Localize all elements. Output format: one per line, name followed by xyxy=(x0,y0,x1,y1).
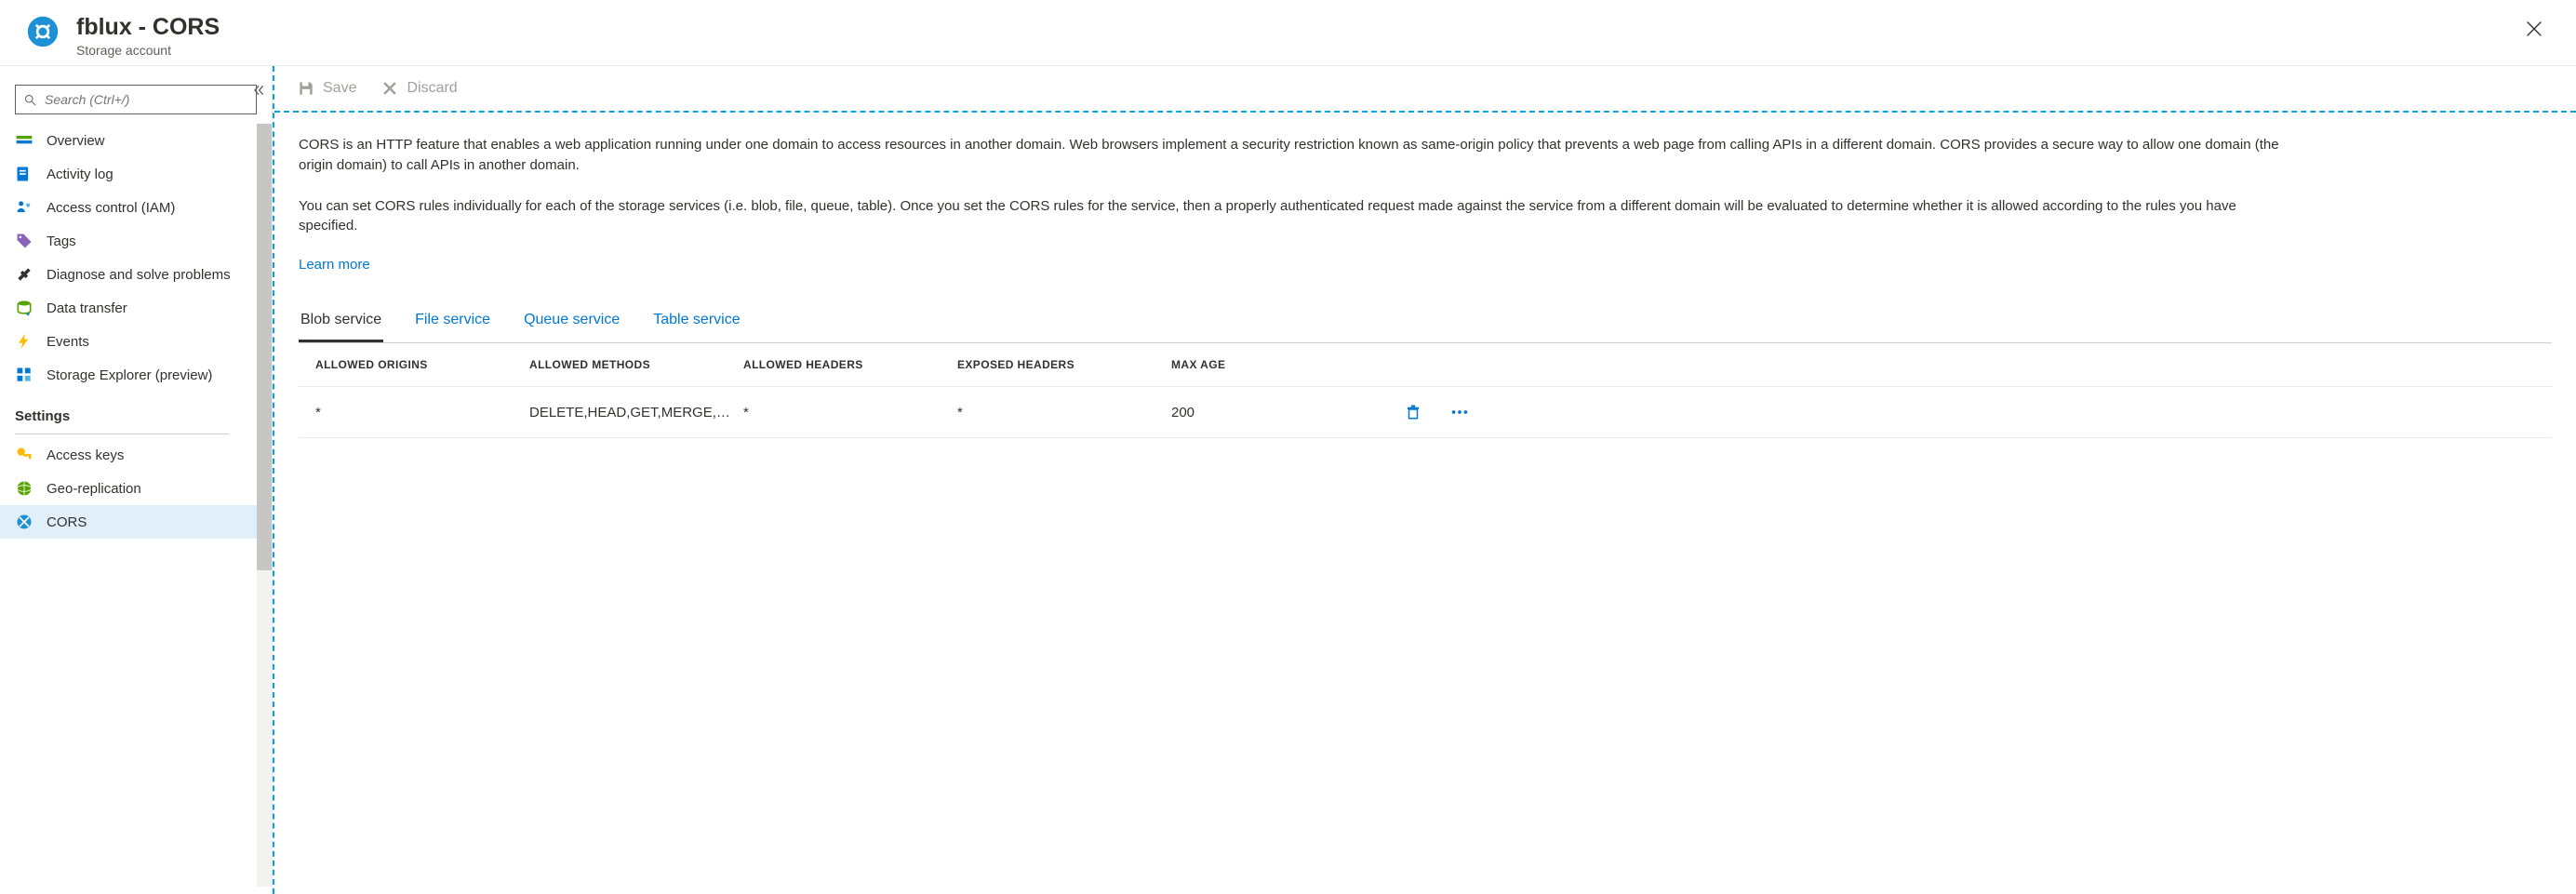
cell-max-age: 200 xyxy=(1171,405,1385,420)
tab-blob-service[interactable]: Blob service xyxy=(299,304,383,342)
search-input-wrapper[interactable] xyxy=(15,85,257,114)
diagnose-icon xyxy=(15,265,33,284)
storage-account-icon xyxy=(26,15,60,48)
close-icon xyxy=(2524,19,2544,39)
learn-more-link[interactable]: Learn more xyxy=(299,257,370,273)
sidebar-item-label: Storage Explorer (preview) xyxy=(47,367,212,383)
events-icon xyxy=(15,332,33,351)
storage-explorer-icon xyxy=(15,366,33,384)
sidebar-section-settings: Settings xyxy=(0,392,272,430)
sidebar-item-diagnose[interactable]: Diagnose and solve problems xyxy=(0,258,257,291)
discard-button[interactable]: Discard xyxy=(380,79,457,98)
sidebar-item-label: Access keys xyxy=(47,447,124,463)
sidebar: Overview Activity log Access control (IA… xyxy=(0,66,273,894)
sidebar-settings-nav: Access keys Geo-replication CORS xyxy=(0,438,272,539)
iam-icon xyxy=(15,198,33,217)
page-title: fblux - CORS xyxy=(76,13,220,41)
cors-table: ALLOWED ORIGINS ALLOWED METHODS ALLOWED … xyxy=(299,343,2552,438)
sidebar-item-geo-replication[interactable]: Geo-replication xyxy=(0,472,257,505)
sidebar-item-events[interactable]: Events xyxy=(0,325,257,358)
sidebar-item-label: CORS xyxy=(47,514,87,530)
save-icon xyxy=(297,79,315,98)
tab-file-service[interactable]: File service xyxy=(413,304,492,342)
sidebar-nav: Overview Activity log Access control (IA… xyxy=(0,124,272,392)
page-header: fblux - CORS Storage account xyxy=(0,0,2576,66)
sidebar-item-label: Data transfer xyxy=(47,300,127,316)
geo-replication-icon xyxy=(15,479,33,498)
delete-row-button[interactable] xyxy=(1385,404,1441,420)
sidebar-item-label: Overview xyxy=(47,133,105,149)
description-paragraph-2: You can set CORS rules individually for … xyxy=(299,196,2289,237)
sidebar-item-label: Diagnose and solve problems xyxy=(47,267,231,283)
col-allowed-headers: ALLOWED HEADERS xyxy=(743,358,957,371)
sidebar-item-overview[interactable]: Overview xyxy=(0,124,257,157)
sidebar-scrollbar-thumb[interactable] xyxy=(257,124,272,570)
cell-allowed-origins: * xyxy=(315,405,529,420)
service-tabs: Blob service File service Queue service … xyxy=(299,304,2552,343)
more-horizontal-icon xyxy=(1449,402,1470,422)
main-content: Save Discard CORS is an HTTP feature tha… xyxy=(273,66,2576,894)
save-button-label: Save xyxy=(323,80,356,97)
table-header-row: ALLOWED ORIGINS ALLOWED METHODS ALLOWED … xyxy=(299,343,2552,387)
sidebar-item-activity-log[interactable]: Activity log xyxy=(0,157,257,191)
sidebar-item-label: Activity log xyxy=(47,167,113,182)
page-subtitle: Storage account xyxy=(76,43,220,58)
sidebar-item-iam[interactable]: Access control (IAM) xyxy=(0,191,257,224)
cell-allowed-methods: DELETE,HEAD,GET,MERGE,PO… xyxy=(529,405,743,420)
tab-table-service[interactable]: Table service xyxy=(651,304,741,342)
sidebar-item-data-transfer[interactable]: Data transfer xyxy=(0,291,257,325)
sidebar-item-label: Geo-replication xyxy=(47,481,141,497)
tab-queue-service[interactable]: Queue service xyxy=(522,304,621,342)
description-paragraph-1: CORS is an HTTP feature that enables a w… xyxy=(299,135,2289,176)
collapse-sidebar-button[interactable] xyxy=(251,83,266,100)
sidebar-item-storage-explorer[interactable]: Storage Explorer (preview) xyxy=(0,358,257,392)
col-max-age: MAX AGE xyxy=(1171,358,1385,371)
col-allowed-methods: ALLOWED METHODS xyxy=(529,358,743,371)
toolbar: Save Discard xyxy=(274,66,2576,113)
sidebar-item-label: Access control (IAM) xyxy=(47,200,175,216)
activity-log-icon xyxy=(15,165,33,183)
table-row[interactable]: * DELETE,HEAD,GET,MERGE,PO… * * 200 xyxy=(299,387,2552,438)
sidebar-item-label: Tags xyxy=(47,234,76,249)
col-exposed-headers: EXPOSED HEADERS xyxy=(957,358,1171,371)
data-transfer-icon xyxy=(15,299,33,317)
save-button[interactable]: Save xyxy=(297,79,356,98)
close-button[interactable] xyxy=(2524,19,2544,42)
sidebar-item-tags[interactable]: Tags xyxy=(0,224,257,258)
chevrons-left-icon xyxy=(251,83,266,98)
overview-icon xyxy=(15,131,33,150)
discard-icon xyxy=(380,79,399,98)
col-allowed-origins: ALLOWED ORIGINS xyxy=(315,358,529,371)
cell-allowed-headers: * xyxy=(743,405,957,420)
cell-exposed-headers: * xyxy=(957,405,1171,420)
sidebar-item-access-keys[interactable]: Access keys xyxy=(0,438,257,472)
sidebar-item-label: Events xyxy=(47,334,89,350)
trash-icon xyxy=(1405,404,1421,420)
access-keys-icon xyxy=(15,446,33,464)
cors-icon xyxy=(15,513,33,531)
tags-icon xyxy=(15,232,33,250)
search-input[interactable] xyxy=(45,92,248,107)
search-icon xyxy=(23,93,37,107)
row-more-button[interactable] xyxy=(1441,402,1478,422)
sidebar-item-cors[interactable]: CORS xyxy=(0,505,257,539)
discard-button-label: Discard xyxy=(407,80,457,97)
